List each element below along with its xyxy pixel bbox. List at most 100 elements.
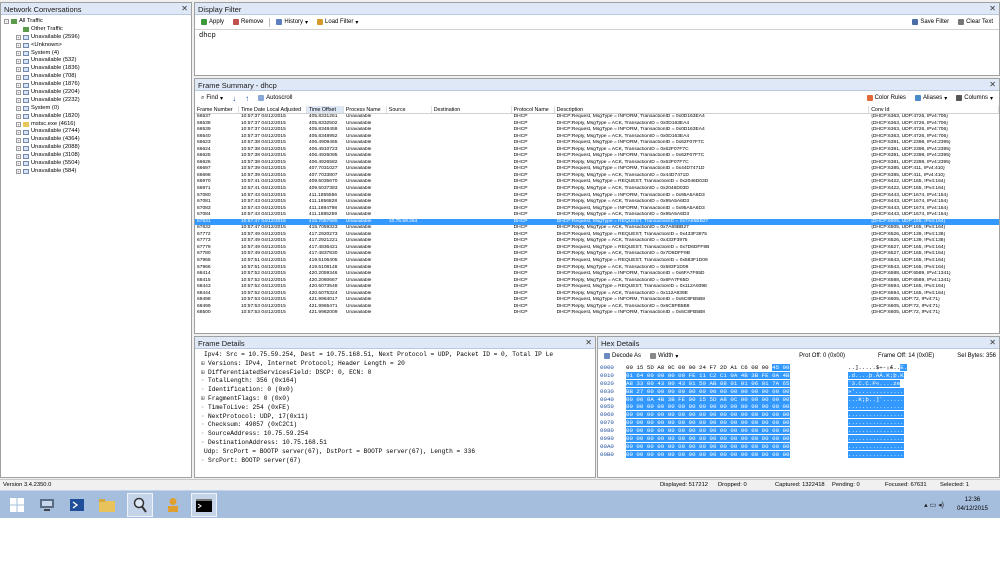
- color-rules-button[interactable]: Color Rules: [864, 95, 909, 101]
- hex-row[interactable]: 0080 00 00 00 00 00 00 00 00 00 00 00 00 …: [598, 427, 999, 435]
- tree-node[interactable]: + System (0): [4, 105, 191, 113]
- tree-node[interactable]: + Unavailable (1820): [4, 113, 191, 121]
- expand-toggle-icon[interactable]: ·: [201, 439, 208, 448]
- tree-node[interactable]: + Unavailable (2088): [4, 144, 191, 152]
- find-button[interactable]: ⌕ Find ▾: [198, 95, 226, 102]
- column-header[interactable]: Source: [387, 106, 432, 113]
- tree-node[interactable]: − All Traffic: [4, 18, 191, 26]
- expand-toggle-icon[interactable]: ⊞: [201, 369, 208, 378]
- tree-node[interactable]: + Unavailable (1876): [4, 81, 191, 89]
- autoscroll-button[interactable]: Autoscroll: [255, 95, 295, 101]
- expand-toggle-icon[interactable]: +: [16, 106, 21, 112]
- tree-node[interactable]: + Unavailable (4364): [4, 136, 191, 144]
- tree-node[interactable]: + System (4): [4, 50, 191, 58]
- tree-node[interactable]: + Unavailable (1836): [4, 65, 191, 73]
- column-header[interactable]: Time Offset: [306, 106, 344, 113]
- expand-toggle-icon[interactable]: ·: [201, 430, 208, 439]
- column-header[interactable]: Process Name: [344, 106, 387, 113]
- detail-line[interactable]: · Identification: 0 (0x0): [197, 386, 593, 395]
- expand-toggle-icon[interactable]: +: [16, 161, 21, 167]
- file-explorer-button[interactable]: [94, 493, 120, 517]
- detail-line[interactable]: ⊞ DifferentiatedServicesField: DSCP: 0, E…: [197, 369, 593, 378]
- tree-node[interactable]: + mstsc.exe (4616): [4, 121, 191, 129]
- close-icon[interactable]: ✕: [181, 4, 188, 13]
- tree-node[interactable]: + <Unknown>: [4, 42, 191, 50]
- expand-toggle-icon[interactable]: +: [16, 98, 21, 104]
- expand-toggle-icon[interactable]: +: [16, 82, 21, 88]
- close-icon[interactable]: ✕: [989, 338, 996, 347]
- column-header[interactable]: Protocol Name: [512, 106, 555, 113]
- powershell-button[interactable]: [64, 493, 90, 517]
- server-manager-button[interactable]: [34, 493, 60, 517]
- expand-toggle-icon[interactable]: +: [16, 122, 21, 128]
- close-icon[interactable]: ✕: [989, 4, 996, 13]
- expand-toggle-icon[interactable]: +: [16, 169, 21, 175]
- tree-node[interactable]: + Unavailable (532): [4, 57, 191, 65]
- column-header[interactable]: Time Date Local Adjusted: [239, 106, 307, 113]
- frame-row[interactable]: 68500 10:57:53 04/12/2015 421.9982009 Unava…: [195, 310, 999, 317]
- expand-toggle-icon[interactable]: +: [16, 145, 21, 151]
- detail-line[interactable]: Udp: SrcPort = BOOTP server(67), DstPort…: [197, 448, 593, 457]
- next-button[interactable]: ↓: [229, 94, 239, 103]
- expand-toggle-icon[interactable]: +: [16, 129, 21, 135]
- detail-line[interactable]: · TotalLength: 356 (0x164): [197, 377, 593, 386]
- expand-toggle-icon[interactable]: +: [16, 137, 21, 143]
- hex-row[interactable]: 0070 00 00 00 00 00 00 00 00 00 00 00 00 …: [598, 419, 999, 427]
- hex-row[interactable]: 0040 00 00 0A 4B 3B FE 00 15 5D A8 0C 00 …: [598, 395, 999, 404]
- detail-line[interactable]: ⊞ Versions: IPv4, Internet Protocol; Head…: [197, 360, 593, 369]
- expand-toggle-icon[interactable]: +: [16, 58, 21, 64]
- column-header[interactable]: Description: [555, 106, 870, 113]
- expand-toggle-icon[interactable]: +: [16, 43, 21, 49]
- detail-line[interactable]: · NextProtocol: UDP, 17(0x11): [197, 413, 593, 422]
- remove-button[interactable]: Remove: [230, 19, 266, 25]
- system-tray[interactable]: ▴ ▭ ◂): [924, 501, 944, 509]
- network-monitor-button[interactable]: [127, 493, 153, 517]
- tree-node[interactable]: + Unavailable (3108): [4, 152, 191, 160]
- close-icon[interactable]: ✕: [585, 338, 592, 347]
- user-app-button[interactable]: [160, 493, 186, 517]
- tree-node[interactable]: + Unavailable (2744): [4, 128, 191, 136]
- column-header[interactable]: Frame Number: [195, 106, 239, 113]
- detail-line[interactable]: · DestinationAddress: 10.75.168.51: [197, 439, 593, 448]
- apply-button[interactable]: Apply: [198, 19, 227, 25]
- expand-toggle-icon[interactable]: +: [16, 66, 21, 72]
- detail-line[interactable]: · SrcPort: BOOTP server(67): [197, 457, 593, 466]
- expand-toggle-icon[interactable]: +: [16, 153, 21, 159]
- hex-row[interactable]: 0020 A8 33 00 43 00 43 01 50 AB 88 01 01 …: [598, 379, 999, 388]
- hex-row[interactable]: 0030 BB 27 00 00 00 00 00 00 00 00 00 00 …: [598, 387, 999, 396]
- detail-line[interactable]: ⊞ FragmentFlags: 0 (0x0): [197, 395, 593, 404]
- filter-text-input[interactable]: dhcp: [195, 29, 999, 75]
- expand-toggle-icon[interactable]: +: [16, 90, 21, 96]
- expand-toggle-icon[interactable]: ·: [201, 377, 208, 386]
- tree-node[interactable]: + Unavailable (708): [4, 73, 191, 81]
- hex-row[interactable]: 0090 00 00 00 00 00 00 00 00 00 00 00 00 …: [598, 435, 999, 443]
- tree-node[interactable]: + Unavailable (2232): [4, 97, 191, 105]
- detail-line[interactable]: · Checksum: 49857 (0xC2C1): [197, 421, 593, 430]
- tree-node[interactable]: + Unavailable (2596): [4, 34, 191, 42]
- hex-row[interactable]: 00A0 00 00 00 00 00 00 00 00 00 00 00 00 …: [598, 442, 999, 451]
- taskbar-clock[interactable]: 12:36 04/12/2015: [957, 495, 988, 513]
- history-button[interactable]: History ▾: [273, 19, 311, 26]
- command-prompt-button[interactable]: [191, 493, 217, 517]
- previous-button[interactable]: ↑: [242, 94, 252, 103]
- width-button[interactable]: Width ▾: [647, 353, 681, 360]
- expand-toggle-icon[interactable]: ·: [201, 404, 208, 413]
- expand-toggle-icon[interactable]: −: [4, 19, 9, 25]
- hex-row[interactable]: 0060 00 00 00 00 00 00 00 00 00 00 00 00 …: [598, 411, 999, 419]
- detail-line[interactable]: · SourceAddress: 10.75.59.254: [197, 430, 593, 439]
- close-icon[interactable]: ✕: [989, 80, 996, 89]
- save-filter-button[interactable]: Save Filter: [909, 19, 952, 25]
- columns-button[interactable]: Columns ▾: [953, 95, 996, 102]
- detail-line[interactable]: · TimeToLive: 254 (0xFE): [197, 404, 593, 413]
- expand-toggle-icon[interactable]: ⊞: [201, 360, 208, 369]
- clear-text-button[interactable]: Clear Text: [955, 19, 996, 25]
- expand-toggle-icon[interactable]: +: [16, 51, 21, 56]
- column-header[interactable]: Conv Id: [869, 106, 999, 113]
- expand-toggle-icon[interactable]: +: [16, 35, 21, 41]
- hex-row[interactable]: 00B0 00 00 00 00 00 00 00 00 00 00 00 00 …: [598, 450, 999, 459]
- expand-toggle-icon[interactable]: ·: [201, 413, 208, 422]
- hex-row[interactable]: 0050 00 00 00 00 00 00 00 00 00 00 00 00 …: [598, 403, 999, 411]
- column-header[interactable]: Destination: [432, 106, 512, 113]
- start-button[interactable]: [4, 493, 30, 517]
- tree-node[interactable]: Other Traffic: [4, 26, 191, 34]
